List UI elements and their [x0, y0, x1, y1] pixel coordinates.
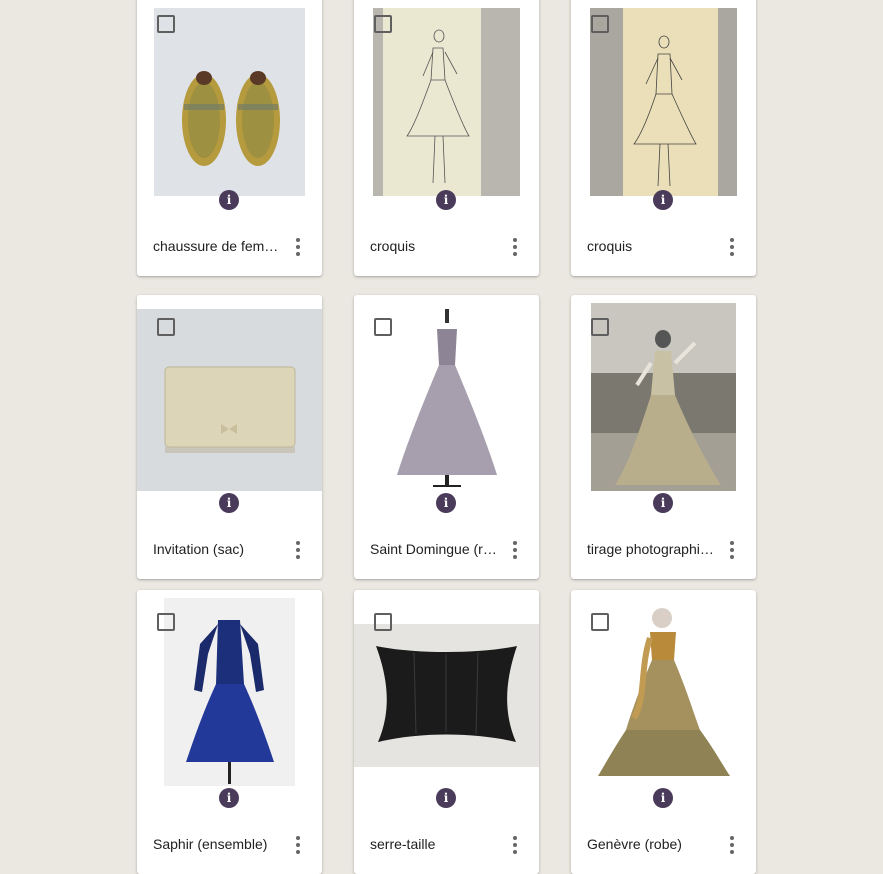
info-icon[interactable]: i	[436, 493, 456, 513]
select-checkbox[interactable]	[157, 613, 175, 631]
sketch-thumbnail[interactable]	[590, 8, 737, 196]
more-vert-icon[interactable]	[723, 539, 741, 561]
card-title: croquis	[587, 238, 633, 254]
collection-card[interactable]: i serre-taille	[354, 590, 539, 874]
card-title: Invitation (sac)	[153, 541, 245, 557]
info-icon[interactable]: i	[436, 788, 456, 808]
collection-card[interactable]: i croquis	[571, 0, 756, 276]
collection-card[interactable]: i chaussure de femme	[137, 0, 322, 276]
bag-thumbnail[interactable]	[137, 309, 322, 491]
photo-thumbnail[interactable]	[591, 303, 736, 491]
select-checkbox[interactable]	[591, 613, 609, 631]
select-checkbox[interactable]	[591, 15, 609, 33]
card-title: Saphir (ensemble)	[153, 836, 268, 852]
collection-card[interactable]: i Saphir (ensemble)	[137, 590, 322, 874]
select-checkbox[interactable]	[157, 15, 175, 33]
collection-card[interactable]: i Genèvre (robe)	[571, 590, 756, 874]
collection-card[interactable]: i Saint Domingue (robe)	[354, 295, 539, 579]
card-title: tirage photographique	[587, 541, 715, 557]
card-title: croquis	[370, 238, 416, 254]
more-vert-icon[interactable]	[723, 236, 741, 258]
more-vert-icon[interactable]	[506, 236, 524, 258]
info-icon[interactable]: i	[653, 788, 673, 808]
card-title: Genèvre (robe)	[587, 836, 682, 852]
more-vert-icon[interactable]	[723, 834, 741, 856]
more-vert-icon[interactable]	[289, 236, 307, 258]
info-icon[interactable]: i	[219, 493, 239, 513]
more-vert-icon[interactable]	[289, 539, 307, 561]
info-icon[interactable]: i	[653, 190, 673, 210]
card-title: Saint Domingue (robe)	[370, 541, 498, 557]
more-vert-icon[interactable]	[506, 539, 524, 561]
collection-card[interactable]: i Invitation (sac)	[137, 295, 322, 579]
corset-thumbnail[interactable]	[354, 624, 539, 767]
info-icon[interactable]: i	[653, 493, 673, 513]
select-checkbox[interactable]	[591, 318, 609, 336]
select-checkbox[interactable]	[374, 318, 392, 336]
shoe-thumbnail[interactable]	[154, 8, 305, 196]
collection-card[interactable]: i croquis	[354, 0, 539, 276]
sketch-thumbnail[interactable]	[373, 8, 520, 196]
info-icon[interactable]: i	[219, 190, 239, 210]
info-icon[interactable]: i	[219, 788, 239, 808]
gold-gown-thumbnail[interactable]	[590, 598, 737, 786]
collection-card[interactable]: i tirage photographique	[571, 295, 756, 579]
select-checkbox[interactable]	[157, 318, 175, 336]
more-vert-icon[interactable]	[506, 834, 524, 856]
select-checkbox[interactable]	[374, 613, 392, 631]
gown-thumbnail[interactable]	[383, 303, 511, 491]
card-title: chaussure de femme	[153, 238, 281, 254]
more-vert-icon[interactable]	[289, 834, 307, 856]
blue-dress-thumbnail[interactable]	[164, 598, 295, 786]
select-checkbox[interactable]	[374, 15, 392, 33]
card-title: serre-taille	[370, 836, 436, 852]
info-icon[interactable]: i	[436, 190, 456, 210]
